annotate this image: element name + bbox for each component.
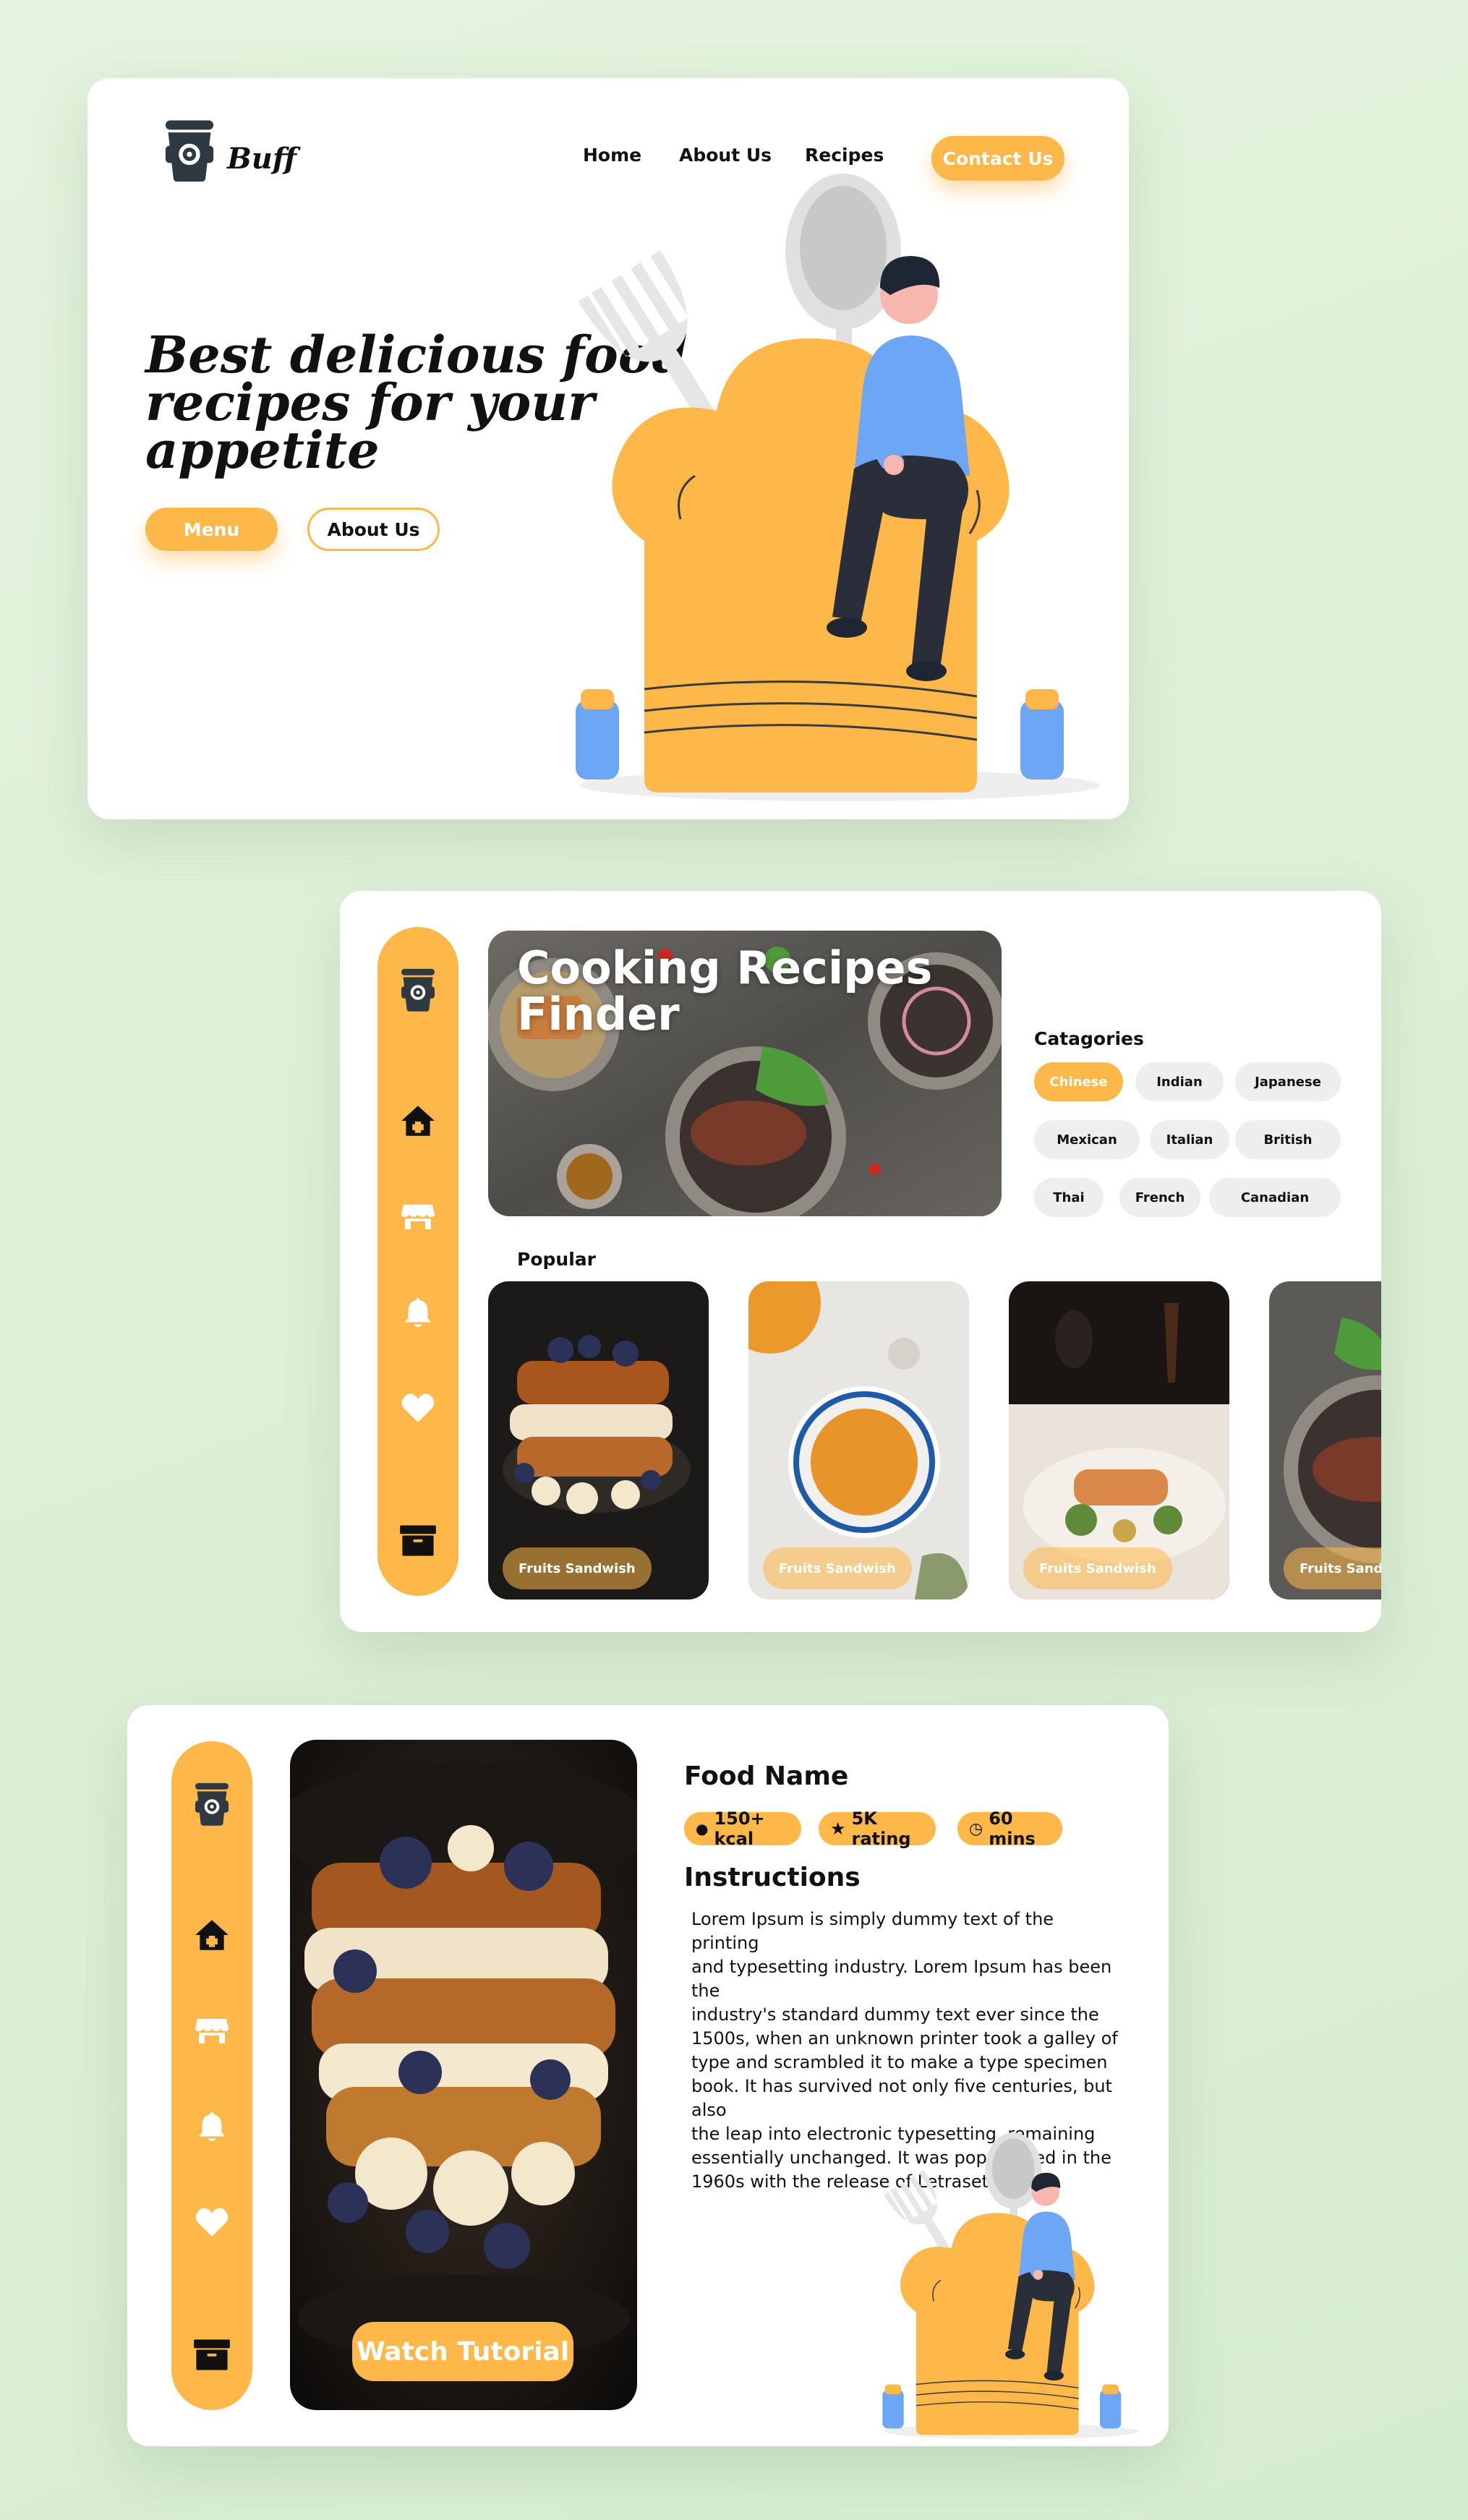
chef-hat-illustration — [850, 2132, 1169, 2446]
category-chip-thai[interactable]: Thai — [1034, 1178, 1104, 1217]
clock-icon: ◷ — [969, 1819, 983, 1838]
recipe-detail-card: Watch Tutorial Food Name ● 150+ kcal ★ 5… — [127, 1705, 1169, 2446]
rating-badge: ★ 5K rating — [819, 1808, 936, 1849]
bell-icon[interactable] — [192, 2106, 232, 2147]
nav-recipes-link[interactable]: Recipes — [805, 145, 884, 166]
category-chip-chinese[interactable]: Chinese — [1034, 1062, 1123, 1101]
bell-icon[interactable] — [398, 1292, 438, 1333]
store-icon[interactable] — [192, 2010, 232, 2051]
chef-hat-illustration — [550, 172, 1122, 816]
brand-name: Buff — [227, 141, 296, 176]
popular-card-label: Fruits Sandwish — [503, 1547, 652, 1589]
instructions-heading: Instructions — [684, 1863, 861, 1892]
heart-icon[interactable] — [398, 1388, 438, 1428]
popular-card-label: Fruits Sandwish — [1023, 1547, 1172, 1589]
food-photo: Watch Tutorial — [290, 1740, 637, 2410]
menu-button[interactable]: Menu — [145, 508, 278, 551]
calories-badge: ● 150+ kcal — [684, 1808, 801, 1849]
cup-logo-icon[interactable] — [189, 1777, 235, 1829]
category-chip-british[interactable]: British — [1235, 1120, 1341, 1159]
home-icon[interactable] — [398, 1101, 438, 1141]
popular-card-label: Fruits Sandwish — [1284, 1547, 1381, 1589]
category-chip-french[interactable]: French — [1119, 1178, 1200, 1217]
landing-page-card: Buff Home About Us Recipes Contact Us Be… — [88, 78, 1129, 819]
flame-icon: ● — [696, 1820, 709, 1837]
store-icon[interactable] — [398, 1196, 438, 1236]
about-us-button[interactable]: About Us — [307, 508, 440, 551]
category-chip-italian[interactable]: Italian — [1150, 1120, 1229, 1159]
category-chip-indian[interactable]: Indian — [1135, 1062, 1224, 1101]
popular-heading: Popular — [517, 1249, 596, 1270]
star-icon: ★ — [830, 1819, 846, 1839]
popular-card[interactable]: Fruits Sandwish — [1009, 1281, 1229, 1599]
recipe-finder-card: Cooking Recipes Finder Catagories Chines… — [340, 891, 1381, 1632]
sidebar — [377, 927, 458, 1596]
category-chip-mexican[interactable]: Mexican — [1034, 1120, 1140, 1159]
home-icon[interactable] — [192, 1915, 232, 1955]
french-toast-stack-photo — [290, 1740, 637, 2410]
categories-heading: Catagories — [1034, 1028, 1144, 1049]
sidebar — [171, 1741, 252, 2410]
nav-home-link[interactable]: Home — [583, 145, 641, 166]
popular-card[interactable]: Fruits Sandwish — [488, 1281, 709, 1599]
popular-card[interactable]: Fruits Sandwish — [1269, 1281, 1381, 1599]
heart-icon[interactable] — [192, 2202, 232, 2242]
time-badge: ◷ 60 mins — [957, 1808, 1062, 1849]
finder-banner: Cooking Recipes Finder — [488, 931, 1002, 1216]
popular-card-label: Fruits Sandwish — [763, 1547, 912, 1589]
nav-about-link[interactable]: About Us — [679, 145, 772, 166]
popular-card[interactable]: Fruits Sandwish — [748, 1281, 969, 1599]
food-name-title: Food Name — [684, 1761, 849, 1791]
cup-logo-icon — [156, 113, 223, 187]
archive-icon[interactable] — [192, 2334, 232, 2375]
watch-tutorial-button[interactable]: Watch Tutorial — [352, 2322, 573, 2381]
archive-icon[interactable] — [398, 1520, 438, 1560]
category-chip-canadian[interactable]: Canadian — [1209, 1178, 1341, 1217]
category-chip-japanese[interactable]: Japanese — [1235, 1062, 1341, 1101]
brand-logo[interactable]: Buff — [156, 113, 296, 187]
banner-title: Cooking Recipes Finder — [517, 941, 933, 1041]
cup-logo-icon[interactable] — [395, 963, 441, 1015]
